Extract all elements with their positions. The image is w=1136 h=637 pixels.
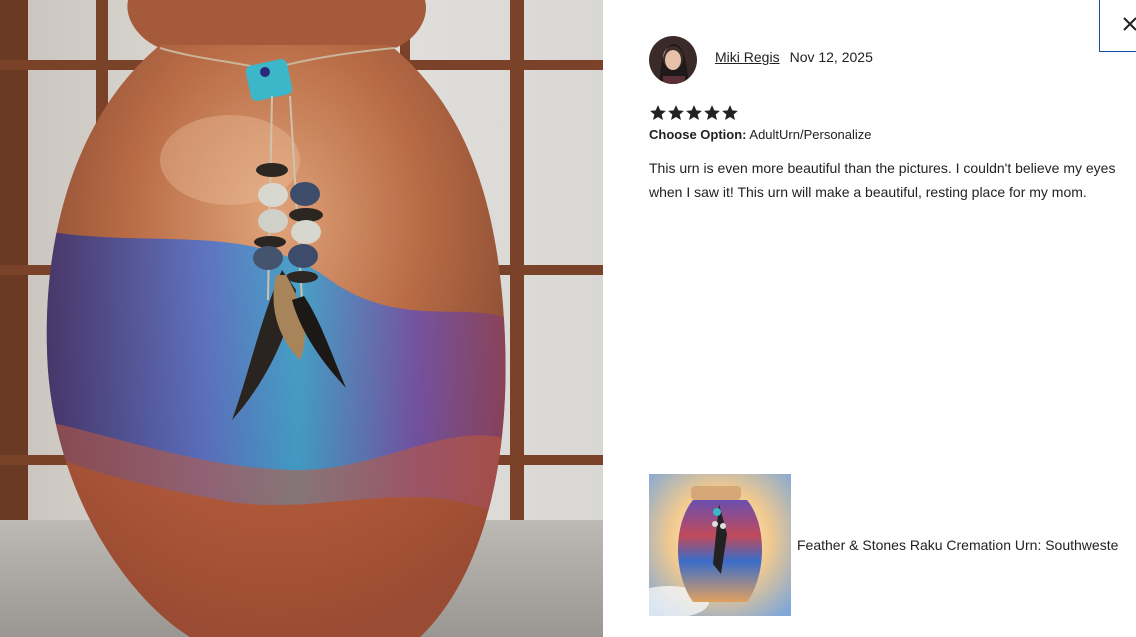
star-icon xyxy=(704,105,720,120)
star-icon xyxy=(722,105,738,120)
review-modal: Miki Regis Nov 12, 2025 Choose Option: A… xyxy=(0,0,1136,637)
star-rating xyxy=(649,104,739,122)
product-link[interactable]: Feather & Stones Raku Cremation Urn: Sou… xyxy=(649,474,1136,616)
close-icon xyxy=(1123,17,1136,31)
review-photo xyxy=(0,0,603,637)
reviewer-name-link[interactable]: Miki Regis xyxy=(715,49,780,65)
star-icon xyxy=(668,105,684,120)
star-icon xyxy=(650,105,666,120)
reviewer-row: Miki Regis Nov 12, 2025 xyxy=(715,49,873,65)
option-label: Choose Option: xyxy=(649,127,747,142)
option-value: AdultUrn/Personalize xyxy=(749,127,872,142)
star-icon xyxy=(686,105,702,120)
option-row: Choose Option: AdultUrn/Personalize xyxy=(649,127,872,142)
product-title[interactable]: Feather & Stones Raku Cremation Urn: Sou… xyxy=(797,537,1118,553)
review-date: Nov 12, 2025 xyxy=(789,49,873,65)
review-text: This urn is even more beautiful than the… xyxy=(649,160,1116,200)
review-panel: Miki Regis Nov 12, 2025 Choose Option: A… xyxy=(603,0,1136,637)
reviewer-avatar[interactable] xyxy=(649,36,697,84)
product-thumbnail[interactable] xyxy=(649,474,791,616)
close-button[interactable] xyxy=(1099,0,1136,52)
